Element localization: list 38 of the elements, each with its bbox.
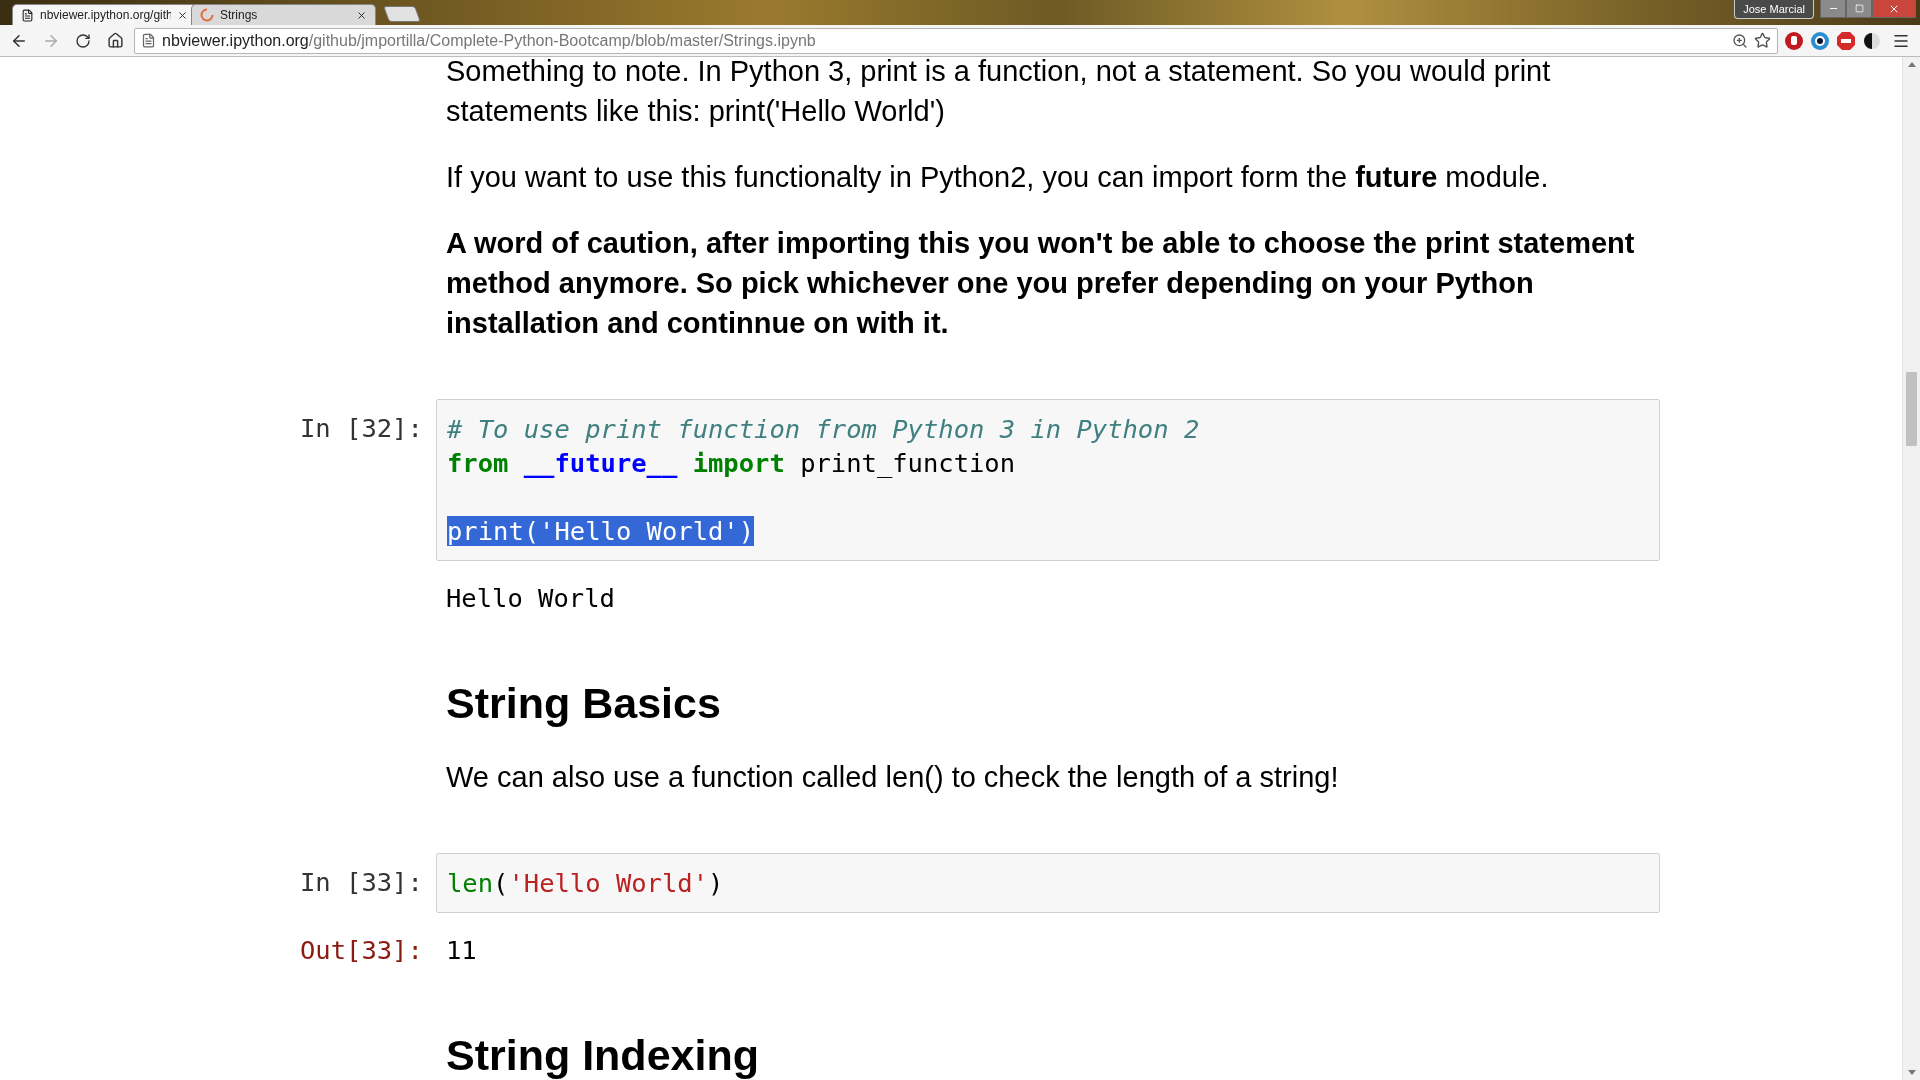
- paragraph: If you want to use this functionalty in Python2, you can import form the future module.: [445, 160, 1550, 195]
- code-cell[interactable]: len('Hello World'): [436, 853, 1660, 913]
- profile-button[interactable]: Jose Marcial: [1734, 0, 1814, 19]
- new-tab-button[interactable]: [383, 6, 421, 22]
- page-icon: [141, 33, 156, 48]
- cell-output: Hello World: [445, 582, 615, 615]
- code-cell[interactable]: # To use print function from Python 3 in Python 2 from __future__ import print_function print('Hello World'): [436, 399, 1660, 561]
- address-bar[interactable]: nbviewer.ipython.org/github/jmportilla/Complete-Python-Bootcamp/blob/master/Strings.ipynb: [134, 27, 1778, 54]
- code-line: # To use print function from Python 3 in Python 2: [447, 413, 1201, 446]
- home-icon: [106, 32, 124, 49]
- input-prompt: In [33]:: [300, 866, 424, 899]
- eye-icon[interactable]: [1810, 30, 1830, 51]
- close-icon[interactable]: [177, 9, 188, 21]
- close-icon[interactable]: [356, 9, 367, 21]
- maximize-icon: [1854, 4, 1864, 13]
- spinner-icon: [200, 8, 214, 22]
- paragraph: Something to note. In Python 3, print is a function, not a statement. So you would print statements like this: print('Hello World'): [445, 57, 1552, 129]
- reload-icon: [75, 32, 91, 49]
- maximize-button[interactable]: [1846, 0, 1872, 18]
- scrollbar[interactable]: [1902, 57, 1920, 1080]
- star-icon[interactable]: [1754, 32, 1771, 49]
- paragraph: We can also use a function called len() to check the length of a string!: [445, 760, 1340, 795]
- code-line: len('Hello World'): [447, 867, 725, 900]
- page-icon: [21, 8, 34, 22]
- section-heading: String Basics: [445, 678, 721, 729]
- scroll-thumb[interactable]: [1906, 372, 1917, 446]
- zoom-icon[interactable]: [1732, 32, 1748, 49]
- tab-title: Strings: [220, 8, 259, 22]
- section-heading: String Indexing: [445, 1030, 759, 1080]
- stop-hand-icon[interactable]: [1784, 30, 1804, 51]
- code-line: from __future__ import print_function: [447, 447, 1017, 480]
- input-prompt: In [32]:: [300, 412, 424, 445]
- paragraph: A word of caution, after importing this you won't be able to choose the print statement method anymore. So pick whichever one you prefer depending on your Python installation and continnue on with it.: [445, 226, 1636, 341]
- browser-tab[interactable]: Strings: [191, 4, 376, 25]
- output-prompt: Out[33]:: [300, 934, 424, 967]
- half-circle-icon[interactable]: [1862, 30, 1882, 51]
- abp-icon[interactable]: [1836, 30, 1856, 51]
- cell-output: 11: [445, 934, 477, 967]
